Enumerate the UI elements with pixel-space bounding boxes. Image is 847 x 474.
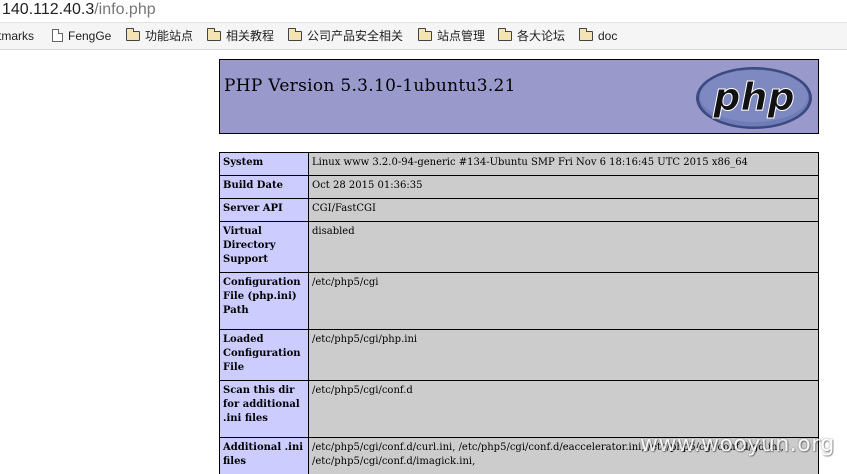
bookmark-label: doc [598,29,618,43]
watermark: www.wooyun.org [640,432,835,457]
folder-icon [206,27,221,41]
folder-icon [417,27,432,41]
bookmark-item[interactable]: tmarks [0,23,34,49]
row-key: Server API [219,198,309,222]
address-bar[interactable]: 140.112.40.3/info.php [0,0,847,22]
row-value: disabled [308,221,819,273]
bookmark-label: 公司产品安全相关 [307,29,404,43]
logo-text: php [712,75,794,119]
table-row: Configuration File (php.ini) Path /etc/p… [219,272,819,330]
bookmark-label: 相关教程 [226,29,275,43]
table-row: Scan this dir for additional .ini files … [219,380,819,438]
bookmark-folder[interactable]: 公司产品安全相关 [287,23,404,49]
page-icon [52,29,63,43]
bookmark-folder[interactable]: 各大论坛 [497,23,566,49]
url-host: 140.112.40.3 [2,1,95,18]
bookmark-folder[interactable]: doc [578,23,618,49]
phpinfo-table: System Linux www 3.2.0-94-generic #134-U… [219,152,819,474]
table-row: Server API CGI/FastCGI [219,198,819,222]
bookmark-label: 功能站点 [145,29,194,43]
table-row: System Linux www 3.2.0-94-generic #134-U… [219,152,819,176]
row-value: CGI/FastCGI [308,198,819,222]
row-key: Loaded Configuration File [219,329,309,381]
bookmark-folder[interactable]: 站点管理 [417,23,486,49]
row-value: Oct 28 2015 01:36:35 [308,175,819,199]
row-value: /etc/php5/cgi/php.ini [308,329,819,381]
table-row: Virtual Directory Support disabled [219,221,819,273]
table-row: Loaded Configuration File /etc/php5/cgi/… [219,329,819,381]
row-value: /etc/php5/cgi/conf.d [308,380,819,438]
bookmark-label: 各大论坛 [517,29,566,43]
folder-icon [497,27,512,41]
folder-icon [287,27,302,41]
bookmark-fengge[interactable]: FengGe [52,23,112,49]
row-key: Scan this dir for additional .ini files [219,380,309,438]
row-value: Linux www 3.2.0-94-generic #134-Ubuntu S… [308,152,819,176]
folder-icon [578,27,593,41]
bookmark-folder[interactable]: 相关教程 [206,23,275,49]
page-content: PHP Version 5.3.10-1ubuntu3.21 php Syste… [0,50,847,474]
bookmark-label: tmarks [0,29,34,43]
row-value: /etc/php5/cgi [308,272,819,330]
row-key: Build Date [219,175,309,199]
bookmark-label: 站点管理 [437,29,486,43]
url-path: /info.php [94,1,156,18]
bookmark-folder[interactable]: 功能站点 [125,23,194,49]
phpinfo-header: PHP Version 5.3.10-1ubuntu3.21 php [219,59,819,134]
page-title: PHP Version 5.3.10-1ubuntu3.21 [224,76,516,96]
row-key: Virtual Directory Support [219,221,309,273]
bookmarks-bar: tmarks FengGe 功能站点 相关教程 公司产品安全相关 站点管理 各大… [0,22,847,50]
row-key: Additional .ini files [219,437,309,474]
bookmark-label: FengGe [68,29,112,43]
row-key: System [219,152,309,176]
row-key: Configuration File (php.ini) Path [219,272,309,330]
table-row: Build Date Oct 28 2015 01:36:35 [219,175,819,199]
folder-icon [125,27,140,41]
php-logo-icon: php [696,67,812,129]
url-text[interactable]: 140.112.40.3/info.php [2,0,156,20]
